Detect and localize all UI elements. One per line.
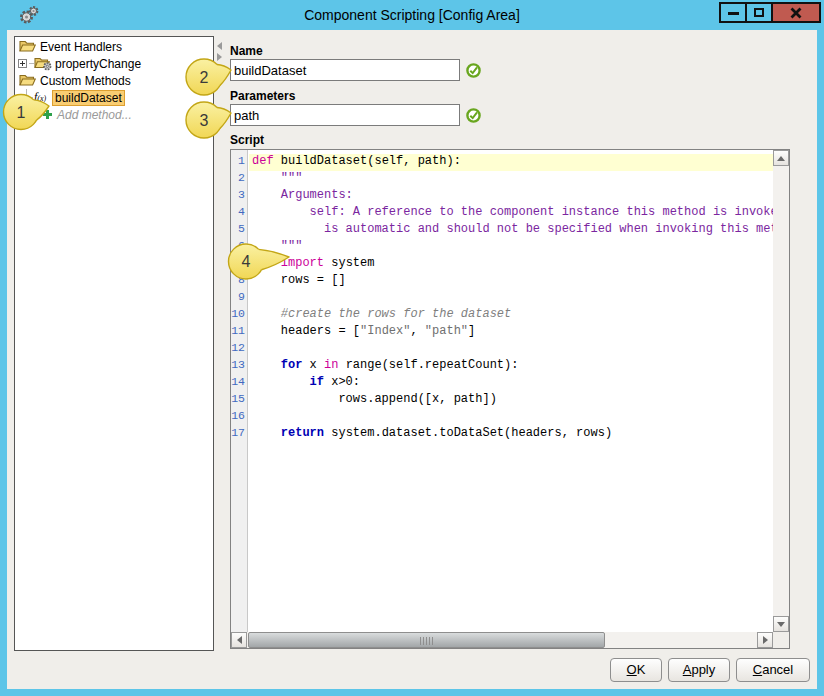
close-icon xyxy=(790,7,802,19)
tree-item-label: Custom Methods xyxy=(40,74,131,88)
scroll-right-button[interactable] xyxy=(757,632,773,648)
script-label: Script xyxy=(230,133,264,147)
method-tree[interactable]: Event Handlers propertyChange Custom Metho… xyxy=(14,36,214,651)
code-line: rows.append([x, path]) xyxy=(249,392,773,409)
line-number: 2 xyxy=(231,171,247,188)
line-number: 5 xyxy=(231,222,247,239)
tree-item-label: Add method... xyxy=(57,108,132,122)
code-line: """ xyxy=(249,171,773,188)
line-number: 13 xyxy=(231,358,247,375)
thumb-grip xyxy=(420,637,434,645)
splitter-handle[interactable] xyxy=(217,42,222,61)
scroll-down-icon xyxy=(777,622,785,627)
name-valid-check-icon xyxy=(466,63,481,78)
title-bar[interactable]: Component Scripting [Config Area] xyxy=(0,0,824,30)
tree-item-event-handlers[interactable]: Event Handlers xyxy=(15,38,213,55)
selected-highlight: buildDataset xyxy=(52,90,125,106)
name-input[interactable] xyxy=(230,59,460,81)
name-label: Name xyxy=(230,44,263,58)
function-icon: f(x) xyxy=(34,90,46,105)
tree-item-label: buildDataset xyxy=(55,91,125,105)
tree-item-custom-methods[interactable]: Custom Methods xyxy=(15,72,213,89)
line-number: 12 xyxy=(231,341,247,358)
ok-button[interactable]: OK xyxy=(610,658,662,682)
window-title: Component Scripting [Config Area] xyxy=(0,7,824,23)
horizontal-scrollbar[interactable] xyxy=(231,632,773,648)
script-editor[interactable]: 1234567891011121314151617 def buildDatas… xyxy=(230,149,790,649)
line-number: 10 xyxy=(231,307,247,324)
line-number: 6 xyxy=(231,239,247,256)
horizontal-scroll-thumb[interactable] xyxy=(248,632,605,648)
line-number: 8 xyxy=(231,273,247,290)
code-line: Arguments: xyxy=(249,188,773,205)
scroll-up-button[interactable] xyxy=(773,150,789,166)
line-number: 16 xyxy=(231,409,247,426)
code-line: self: A reference to the component insta… xyxy=(249,205,773,222)
minimize-button[interactable] xyxy=(719,2,747,23)
scroll-left-icon xyxy=(237,636,242,644)
add-plus-icon xyxy=(42,109,53,123)
code-line xyxy=(249,290,773,307)
maximize-button[interactable] xyxy=(745,2,773,23)
tree-item-builddataset[interactable]: f(x) buildDataset xyxy=(15,89,213,106)
code-line: for x in range(self.repeatCount): xyxy=(249,358,773,375)
line-number: 7 xyxy=(231,256,247,273)
expand-toggle-icon[interactable] xyxy=(18,59,27,68)
code-line: headers = ["Index", "path"] xyxy=(249,324,773,341)
line-number-gutter: 1234567891011121314151617 xyxy=(231,150,248,632)
cancel-button[interactable]: Cancel xyxy=(736,658,810,682)
scrollbar-corner xyxy=(773,632,789,648)
code-line: if x>0: xyxy=(249,375,773,392)
line-number: 15 xyxy=(231,392,247,409)
scroll-up-icon xyxy=(777,156,785,161)
apply-button[interactable]: Apply xyxy=(668,658,730,682)
code-area[interactable]: def buildDataset(self, path): """ Argume… xyxy=(249,150,773,632)
line-number: 4 xyxy=(231,205,247,222)
tree-connector xyxy=(26,89,33,98)
tree-item-add-method[interactable]: Add method... xyxy=(15,106,213,123)
dialog-window: Component Scripting [Config Area] Event … xyxy=(0,0,824,696)
code-line: """ xyxy=(249,239,773,256)
line-number: 1 xyxy=(231,154,247,171)
code-line xyxy=(249,341,773,358)
close-button[interactable] xyxy=(771,2,821,23)
tree-item-label: propertyChange xyxy=(55,57,141,71)
line-number: 11 xyxy=(231,324,247,341)
code-line: def buildDataset(self, path): xyxy=(249,154,773,171)
code-line: import system xyxy=(249,256,773,273)
scroll-down-button[interactable] xyxy=(773,616,789,632)
maximize-icon xyxy=(754,8,764,17)
parameters-label: Parameters xyxy=(230,89,295,103)
line-number: 17 xyxy=(231,426,247,443)
parameters-input[interactable] xyxy=(230,104,460,126)
parameters-valid-check-icon xyxy=(466,108,481,123)
collapse-left-icon xyxy=(217,42,222,50)
collapse-right-icon xyxy=(217,53,222,61)
line-number: 14 xyxy=(231,375,247,392)
dialog-content: Event Handlers propertyChange Custom Metho… xyxy=(7,30,817,689)
code-line xyxy=(249,409,773,426)
scroll-right-icon xyxy=(763,636,768,644)
code-line: #create the rows for the dataset xyxy=(249,307,773,324)
folder-open-icon xyxy=(19,73,36,90)
line-number: 3 xyxy=(231,188,247,205)
vertical-scrollbar[interactable] xyxy=(773,150,789,632)
code-line: is automatic and should not be specified… xyxy=(249,222,773,239)
minimize-icon xyxy=(728,12,739,15)
line-number: 9 xyxy=(231,290,247,307)
scroll-left-button[interactable] xyxy=(231,632,247,648)
code-line: rows = [] xyxy=(249,273,773,290)
tree-item-label: Event Handlers xyxy=(40,40,122,54)
tree-item-propertychange[interactable]: propertyChange xyxy=(15,55,213,72)
code-line: return system.dataset.toDataSet(headers,… xyxy=(249,426,773,443)
folder-open-icon xyxy=(19,39,36,56)
